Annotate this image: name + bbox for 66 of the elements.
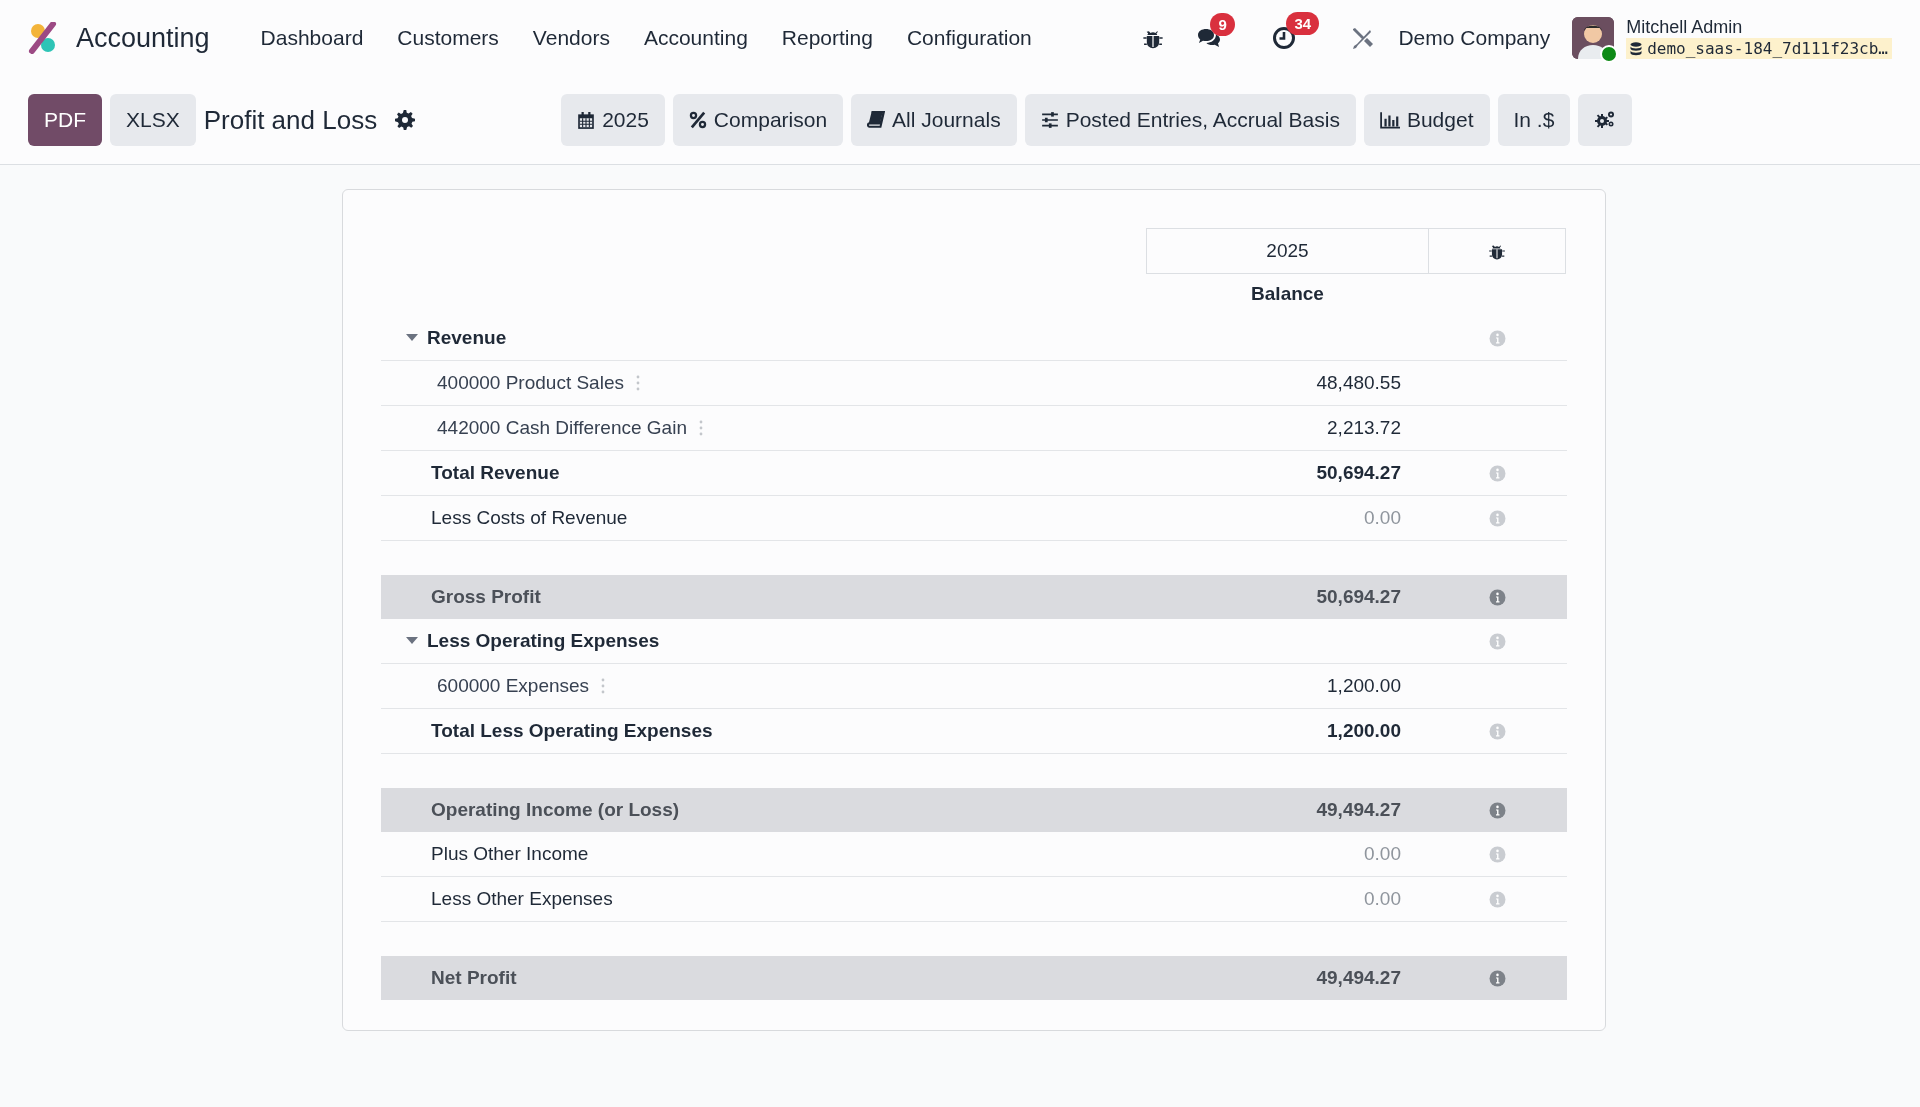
row-label: Total Less Operating Expenses	[431, 720, 713, 742]
row-label: Less Other Expenses	[431, 888, 613, 910]
filter-button[interactable]: 2025	[561, 94, 665, 146]
info-icon[interactable]	[1489, 801, 1506, 819]
caret-icon[interactable]	[406, 637, 418, 645]
notification-badge: 34	[1286, 12, 1320, 35]
user-avatar[interactable]	[1572, 17, 1615, 59]
page-title: Profit and Loss	[203, 104, 378, 136]
row-label: Plus Other Income	[431, 843, 589, 865]
row-label: Less Costs of Revenue	[431, 507, 628, 529]
filter-button[interactable]: Budget	[1363, 94, 1490, 146]
menu-item[interactable]: Dashboard	[243, 18, 381, 58]
notification-badge: 9	[1210, 13, 1235, 36]
row-label: Revenue	[427, 327, 507, 349]
row-value: 1,200.00	[1327, 720, 1401, 741]
export-button[interactable]: XLSX	[110, 94, 196, 146]
percent-icon	[688, 111, 707, 129]
database-icon	[1630, 41, 1643, 56]
app-name[interactable]: Accounting	[76, 22, 210, 54]
row-label: Total Revenue	[431, 462, 560, 484]
export-button[interactable]: PDF	[28, 94, 102, 146]
clock-icon[interactable]	[1272, 26, 1297, 50]
info-icon[interactable]	[1489, 969, 1506, 987]
row-value: 1,200.00	[1327, 675, 1401, 696]
settings-icon	[1594, 110, 1617, 130]
caret-icon[interactable]	[406, 334, 418, 342]
menu-item[interactable]: Configuration	[889, 18, 1049, 58]
row-label[interactable]: 442000 Cash Difference Gain	[437, 417, 687, 439]
column-subheader: Balance	[1250, 283, 1325, 305]
row-value: 49,494.27	[1316, 967, 1401, 988]
column-header: 2025	[1146, 228, 1429, 274]
filter-button[interactable]: In .$	[1497, 94, 1571, 146]
database-name: demo_saas-184_7d111f23cb…	[1626, 38, 1892, 59]
row-label: Gross Profit	[431, 586, 541, 608]
row-value: 2,213.72	[1327, 417, 1401, 438]
calendar-icon	[577, 110, 596, 130]
bug-icon[interactable]	[1488, 242, 1506, 260]
row-value: 48,480.55	[1316, 372, 1401, 393]
app-logo[interactable]	[28, 22, 58, 54]
sliders-icon	[1040, 111, 1059, 129]
settings-icon[interactable]	[395, 110, 416, 130]
company-name[interactable]: Demo Company	[1398, 26, 1551, 50]
menu-item[interactable]: Accounting	[626, 18, 765, 58]
row-label: Less Operating Expenses	[427, 630, 660, 652]
row-value: 49,494.27	[1316, 799, 1401, 820]
book-icon	[867, 111, 886, 129]
tools-icon[interactable]	[1350, 26, 1375, 50]
row-value: 50,694.27	[1316, 586, 1401, 607]
info-icon[interactable]	[1489, 588, 1506, 606]
row-value: 0.00	[1364, 507, 1401, 528]
options-button[interactable]	[1578, 94, 1633, 146]
filter-button[interactable]: Comparison	[672, 94, 844, 146]
filter-button[interactable]: All Journals	[851, 94, 1017, 146]
filter-button[interactable]: Posted Entries, Accrual Basis	[1024, 94, 1356, 146]
row-value: 0.00	[1364, 843, 1401, 864]
row-value: 50,694.27	[1316, 462, 1401, 483]
row-label: Operating Income (or Loss)	[431, 799, 680, 821]
bar-chart-icon	[1379, 111, 1400, 129]
user-name[interactable]: Mitchell Admin	[1626, 17, 1892, 38]
menu-item[interactable]: Vendors	[515, 18, 627, 58]
row-label[interactable]: 600000 Expenses	[437, 675, 590, 697]
row-value: 0.00	[1364, 888, 1401, 909]
menu-item[interactable]: Reporting	[764, 18, 890, 58]
row-label: Net Profit	[431, 967, 517, 989]
row-label[interactable]: 400000 Product Sales	[437, 372, 624, 394]
menu-item[interactable]: Customers	[380, 18, 516, 58]
